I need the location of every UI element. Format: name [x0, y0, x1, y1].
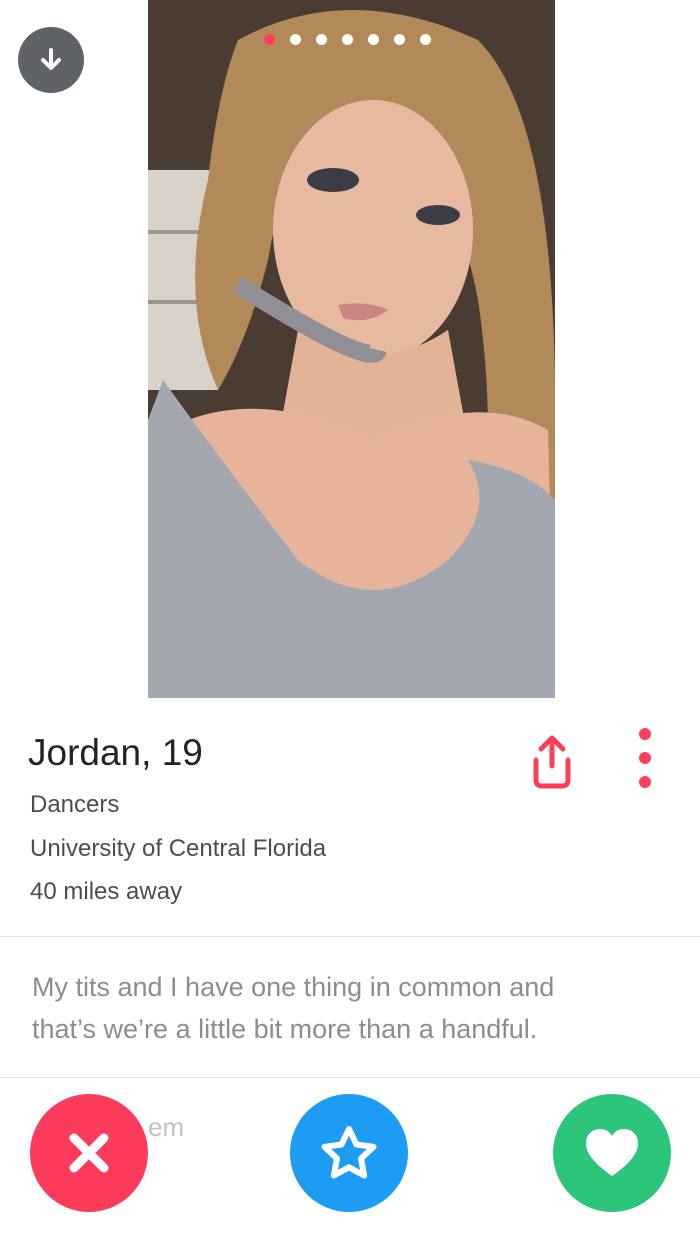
profile-age: 19: [161, 732, 203, 773]
photo-carousel-indicator: [264, 34, 431, 45]
divider: [0, 1077, 700, 1078]
nope-button[interactable]: [30, 1094, 148, 1212]
profile-photo[interactable]: [148, 0, 555, 698]
more-vertical-icon: [639, 728, 651, 788]
more-options-button[interactable]: [630, 724, 660, 792]
carousel-dot[interactable]: [342, 34, 353, 45]
profile-distance: 40 miles away: [30, 878, 183, 905]
profile-school: University of Central Florida: [30, 835, 327, 862]
background-text: em: [148, 1112, 185, 1142]
share-icon: [533, 735, 571, 789]
profile-name: Jordan,: [28, 732, 152, 773]
arrow-down-icon: [41, 48, 61, 70]
carousel-dot[interactable]: [368, 34, 379, 45]
collapse-profile-button[interactable]: [18, 27, 84, 93]
star-icon: [321, 1126, 377, 1179]
bio-line: that’s we’re a little bit more than a ha…: [32, 1014, 538, 1044]
profile-job: Dancers: [30, 791, 120, 818]
superlike-button[interactable]: [290, 1094, 408, 1212]
bio-line: My tits and I have one thing in common a…: [32, 972, 555, 1002]
carousel-dot[interactable]: [264, 34, 275, 45]
profile-bio: My tits and I have one thing in common a…: [32, 966, 672, 1050]
profile-name-age: Jordan, 19: [28, 732, 203, 774]
heart-icon: [586, 1129, 638, 1176]
carousel-dot[interactable]: [290, 34, 301, 45]
carousel-dot[interactable]: [316, 34, 327, 45]
carousel-dot[interactable]: [420, 34, 431, 45]
photo-illustration: [148, 0, 555, 698]
like-button[interactable]: [553, 1094, 671, 1212]
x-icon: [69, 1133, 109, 1173]
divider: [0, 936, 700, 937]
share-button[interactable]: [522, 730, 582, 790]
carousel-dot[interactable]: [394, 34, 405, 45]
